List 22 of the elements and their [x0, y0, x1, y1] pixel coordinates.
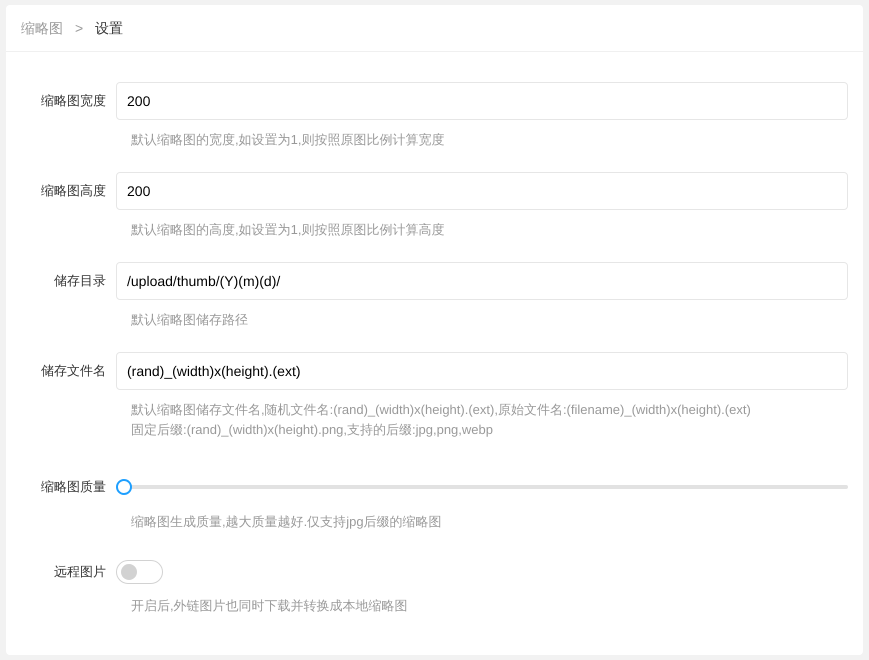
help-text: 默认缩略图的宽度,如设置为1,则按照原图比例计算宽度 — [131, 131, 446, 149]
field-label: 缩略图质量 — [40, 478, 107, 496]
help-text: 开启后,外链图片也同时下载并转换成本地缩略图 — [131, 597, 409, 615]
help-text: 默认缩略图的高度,如设置为1,则按照原图比例计算高度 — [131, 221, 446, 239]
input-field[interactable]: 200 — [116, 82, 848, 120]
breadcrumb-current: 设置 — [95, 18, 124, 38]
input-field[interactable]: /upload/thumb/(Y)(m)(d)/ — [116, 262, 848, 300]
help-text: 缩略图生成质量,越大质量越好.仅支持jpg后缀的缩略图 — [131, 513, 443, 531]
field-label: 储存目录 — [53, 272, 107, 290]
help-text: 默认缩略图储存路径 — [131, 311, 249, 329]
field-label: 缩略图宽度 — [40, 92, 107, 110]
input-field[interactable]: 200 — [116, 172, 848, 210]
help-text: 固定后缀:(rand)_(width)x(height).png,支持的后缀:jpg,png,webp — [131, 421, 494, 439]
toggle-switch[interactable] — [116, 560, 163, 584]
field-label: 缩略图高度 — [40, 182, 107, 200]
slider-handle[interactable] — [116, 479, 132, 495]
slider[interactable] — [116, 478, 848, 496]
field-label: 远程图片 — [53, 563, 107, 582]
help-text: 默认缩略图储存文件名,随机文件名:(rand)_(width)x(height).(ext),原始文件名:(filename)_(width)x(height).(ext) — [131, 401, 752, 419]
field-label: 储存文件名 — [40, 362, 107, 380]
input-field[interactable]: (rand)_(width)x(height).(ext) — [116, 352, 848, 390]
breadcrumb-separator: > — [74, 18, 84, 38]
